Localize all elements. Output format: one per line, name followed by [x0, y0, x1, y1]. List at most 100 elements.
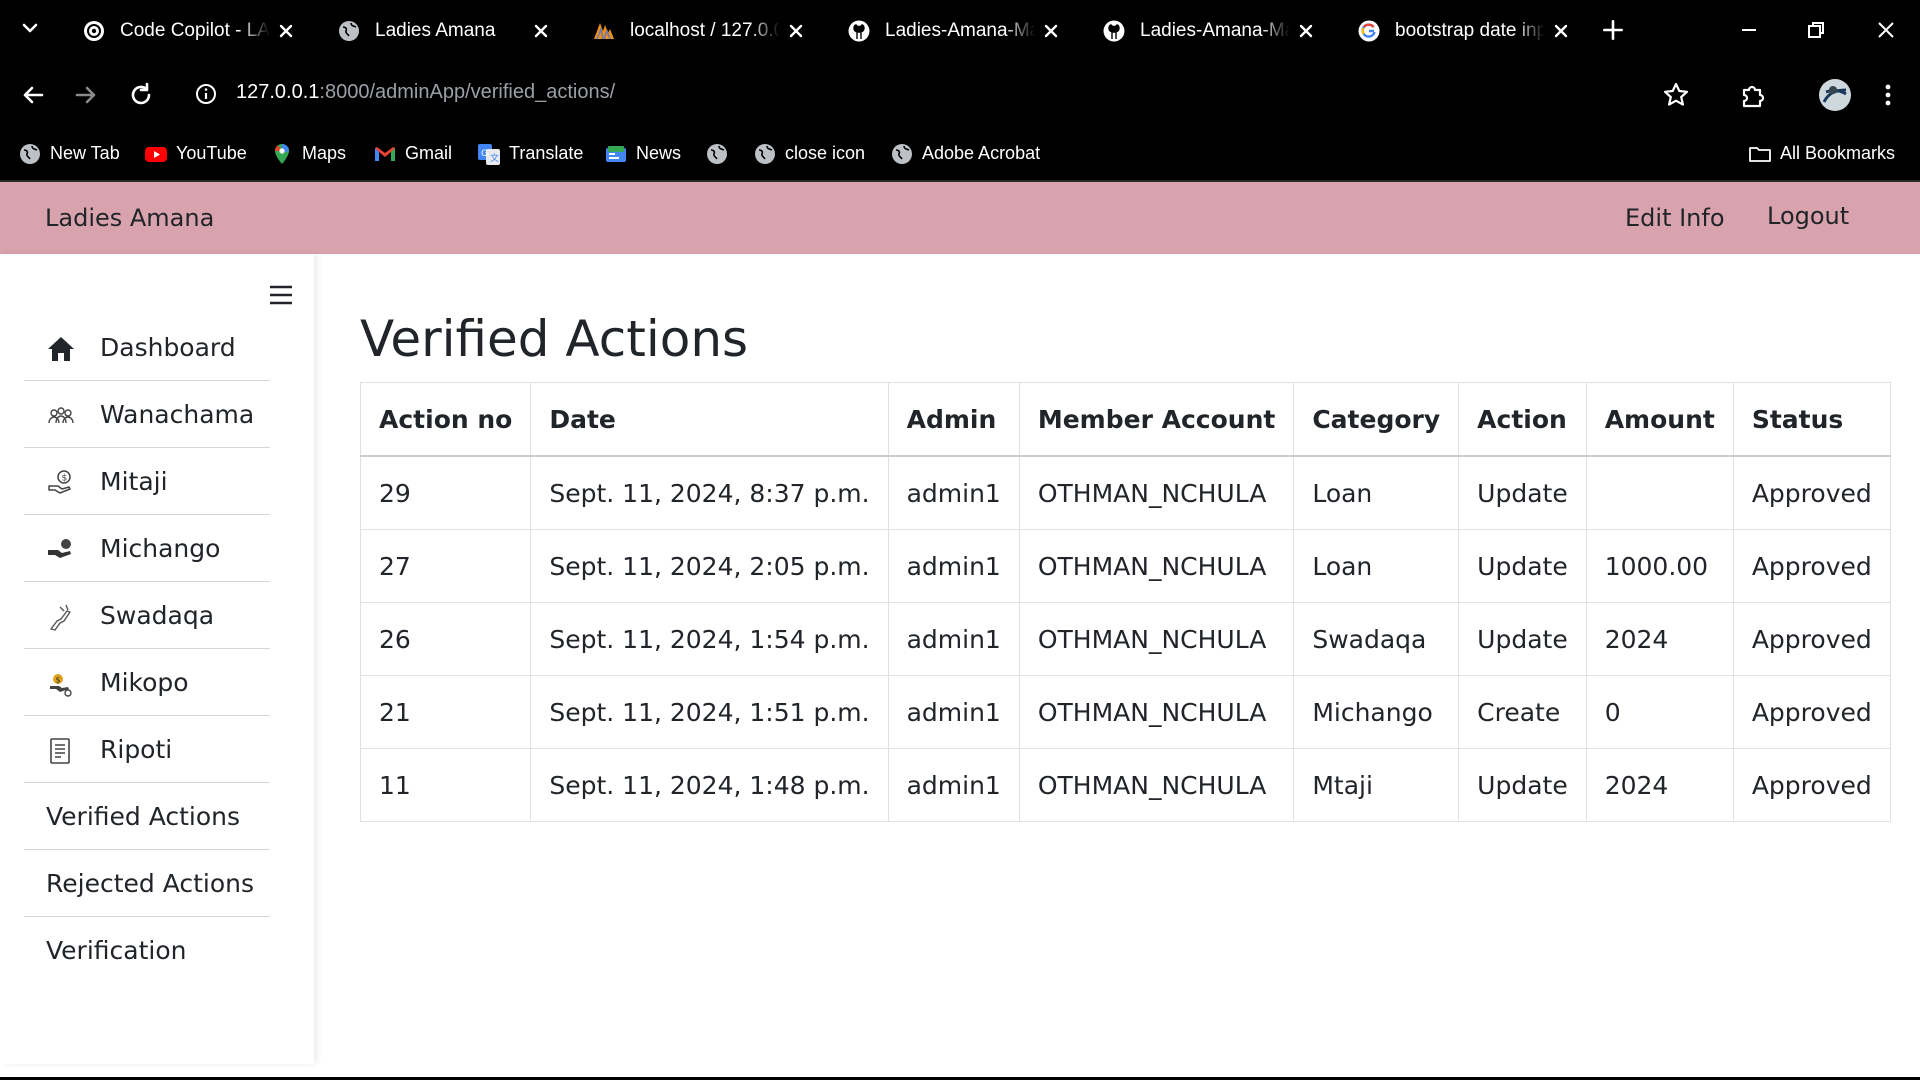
profile-avatar-icon[interactable] — [1818, 78, 1852, 112]
table-row: 11 Sept. 11, 2024, 1:48 p.m. admin1 OTHM… — [359, 748, 1891, 822]
bookmark-label: YouTube — [176, 143, 247, 163]
sidebar-item-label: Mikopo — [100, 668, 189, 697]
tab-github-1[interactable]: Ladies-Amana-Management — [835, 12, 1085, 50]
bookmark-label: All Bookmarks — [1780, 143, 1896, 163]
tab-phpmyadmin[interactable]: localhost / 127.0.0.1 — [580, 12, 830, 50]
close-icon[interactable] — [1039, 19, 1063, 43]
table-cell: Loan — [1293, 529, 1460, 603]
table-cell: Create — [1458, 675, 1587, 749]
home-icon — [48, 337, 74, 361]
app-navbar: Ladies Amana Edit Info Logout — [0, 182, 1920, 254]
close-icon[interactable] — [784, 19, 808, 43]
table-cell: OTHMAN_NCHULA — [1018, 675, 1295, 749]
close-icon[interactable] — [1549, 19, 1573, 43]
sidebar-item-label: Dashboard — [100, 333, 236, 362]
bookmark-label: Maps — [302, 143, 347, 163]
table-cell: Sept. 11, 2024, 1:54 p.m. — [530, 602, 889, 676]
verified-actions-table: Action no Date Admin Member Account Cate… — [359, 382, 1891, 822]
tab-title: localhost / 127.0.0.1 — [630, 20, 780, 41]
forward-arrow-icon[interactable] — [70, 79, 102, 111]
tab-code-copilot[interactable]: Code Copilot - LADIES AMANA — [70, 12, 320, 50]
minimize-icon[interactable] — [1733, 14, 1765, 46]
tab-ladies-amana[interactable]: Ladies Amana — [325, 12, 575, 50]
sidebar: Dashboard Wanachama $ Mitaji Michango Sw… — [0, 254, 314, 1064]
table-cell: Sept. 11, 2024, 1:51 p.m. — [530, 675, 889, 749]
close-window-icon[interactable] — [1870, 14, 1902, 46]
table-cell: Sept. 11, 2024, 1:48 p.m. — [530, 748, 889, 822]
navbar-brand[interactable]: Ladies Amana — [45, 204, 214, 232]
bookmarks-bar: New Tab YouTube Maps Gmail G文 Translate … — [0, 128, 1920, 182]
close-icon[interactable] — [529, 19, 553, 43]
table-cell: Sept. 11, 2024, 2:05 p.m. — [530, 529, 889, 603]
reload-icon[interactable] — [125, 79, 157, 111]
url-path: :8000/adminApp/verified_actions/ — [319, 81, 616, 103]
contributions-icon — [48, 539, 71, 558]
hamburger-menu-icon[interactable] — [268, 284, 294, 306]
tab-github-2[interactable]: Ladies-Amana-Management — [1090, 12, 1340, 50]
kebab-menu-icon[interactable] — [1872, 79, 1904, 111]
globe-icon — [20, 144, 40, 164]
news-icon — [606, 146, 626, 162]
table-cell: 26 — [359, 602, 532, 676]
table-cell: Approved — [1732, 748, 1891, 822]
table-row: 26 Sept. 11, 2024, 1:54 p.m. admin1 OTHM… — [359, 602, 1891, 676]
sidebar-item-swadaqa[interactable]: Swadaqa — [24, 582, 270, 649]
table-cell: Swadaqa — [1293, 602, 1460, 676]
sidebar-item-michango[interactable]: Michango — [24, 515, 270, 582]
table-cell: Update — [1458, 602, 1587, 676]
sidebar-item-label: Verified Actions — [46, 802, 241, 831]
table-cell: admin1 — [887, 529, 1020, 603]
edit-info-link[interactable]: Edit Info — [1625, 204, 1725, 232]
sidebar-item-ripoti[interactable]: Ripoti — [24, 716, 270, 783]
restore-icon[interactable] — [1800, 14, 1832, 46]
tab-title: bootstrap date input — [1395, 20, 1545, 41]
table-cell: admin1 — [887, 455, 1020, 530]
tab-google-search[interactable]: bootstrap date input — [1345, 12, 1595, 50]
tab-search-chevron-icon[interactable] — [18, 16, 42, 40]
sidebar-item-label: Michango — [100, 534, 221, 563]
sidebar-item-mitaji[interactable]: $ Mitaji — [24, 448, 270, 515]
sidebar-item-label: Ripoti — [100, 735, 173, 764]
logout-link[interactable]: Logout — [1767, 202, 1849, 230]
site-info-icon[interactable] — [194, 82, 218, 106]
new-tab-plus-icon[interactable] — [1600, 17, 1626, 43]
maps-icon — [275, 144, 289, 164]
table-cell — [1585, 455, 1734, 530]
close-icon[interactable] — [1294, 19, 1318, 43]
table-cell: Loan — [1293, 455, 1460, 530]
table-cell: OTHMAN_NCHULA — [1018, 529, 1295, 603]
table-cell: Approved — [1732, 529, 1891, 603]
table-cell: Update — [1458, 455, 1587, 530]
globe-icon — [339, 21, 359, 41]
table-cell: 2024 — [1585, 602, 1734, 676]
bookmark-unnamed[interactable] — [705, 141, 731, 167]
sidebar-item-verification[interactable]: Verification — [24, 917, 270, 983]
sidebar-item-dashboard[interactable]: Dashboard — [24, 314, 270, 381]
google-icon — [1358, 20, 1380, 42]
extensions-puzzle-icon[interactable] — [1737, 79, 1769, 111]
bookmark-label: New Tab — [50, 143, 120, 163]
sidebar-item-label: Mitaji — [100, 467, 168, 496]
table-cell: 11 — [359, 748, 532, 822]
tab-title: Ladies Amana — [375, 20, 496, 41]
page-title: Verified Actions — [360, 310, 749, 368]
address-bar[interactable]: 127.0.0.1:8000/adminApp/verified_actions… — [186, 70, 1726, 118]
sidebar-item-wanachama[interactable]: Wanachama — [24, 381, 270, 448]
sidebar-item-rejected-actions[interactable]: Rejected Actions — [24, 850, 270, 917]
close-icon[interactable] — [274, 19, 298, 43]
sidebar-item-mikopo[interactable]: $ Mikopo — [24, 649, 270, 716]
github-icon — [848, 20, 870, 42]
column-header: Amount — [1585, 382, 1734, 457]
star-bookmark-icon[interactable] — [1660, 79, 1692, 111]
column-header: Action — [1458, 382, 1587, 457]
url-host: 127.0.0.1 — [236, 81, 320, 103]
globe-icon — [892, 144, 912, 164]
table-cell: Approved — [1732, 455, 1891, 530]
back-arrow-icon[interactable] — [17, 79, 49, 111]
column-header: Category — [1293, 382, 1460, 457]
globe-icon — [707, 144, 727, 164]
bookmark-label: close icon — [785, 143, 866, 163]
sidebar-item-verified-actions[interactable]: Verified Actions — [24, 783, 270, 850]
svg-text:文: 文 — [490, 152, 499, 164]
table-cell: 1000.00 — [1585, 529, 1734, 603]
